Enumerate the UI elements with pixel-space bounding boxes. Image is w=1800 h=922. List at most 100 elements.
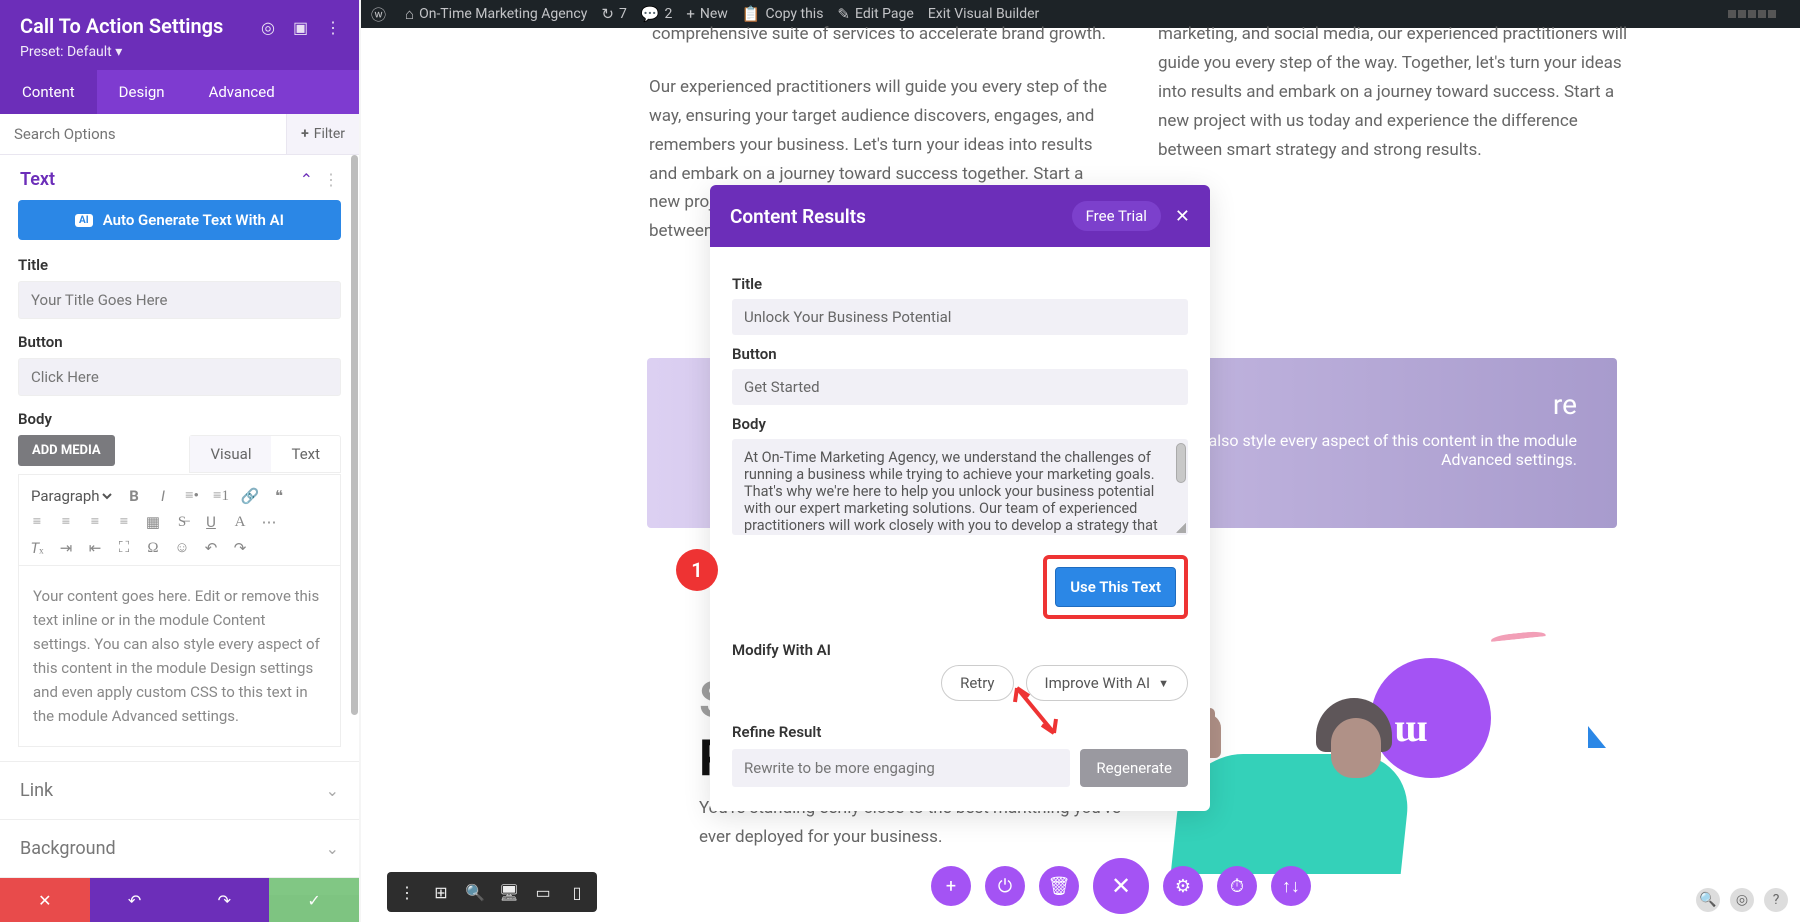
resize-grip-icon[interactable] <box>1176 523 1186 533</box>
refine-label: Refine Result <box>732 723 1188 741</box>
align-justify-button[interactable]: ≡ <box>114 512 134 532</box>
page-canvas: comprehensive suite of services to accel… <box>361 28 1800 922</box>
chevron-down-icon: ⌄ <box>326 839 339 858</box>
discard-button[interactable]: ✕ <box>0 878 90 922</box>
special-button[interactable]: Ω <box>143 538 163 558</box>
annotation-badge: 1 <box>676 549 718 591</box>
paragraph-select[interactable]: Paragraph <box>27 486 115 506</box>
delete-button[interactable]: 🗑 <box>1039 866 1079 906</box>
focus-icon[interactable]: ◎ <box>261 18 277 37</box>
tab-content[interactable]: Content <box>0 70 97 114</box>
redo-bar-button[interactable]: ↷ <box>180 878 270 922</box>
modify-label: Modify With AI <box>732 641 1188 659</box>
retry-button[interactable]: Retry <box>941 665 1013 701</box>
sort-button[interactable]: ↑↓ <box>1271 866 1311 906</box>
undo-button[interactable]: ↶ <box>201 538 221 558</box>
use-this-text-button[interactable]: Use This Text <box>1055 567 1176 607</box>
module-toolbar: + ⏻ 🗑 ✕ ⚙ ⏱ ↑↓ <box>931 858 1311 914</box>
page-toolbar: ⋮ ⊞ 🔍 🖥 ▭ ▯ <box>387 872 597 912</box>
body-label: Body <box>18 410 341 428</box>
align-left-button[interactable]: ≡ <box>27 512 47 532</box>
wireframe-icon[interactable]: ⊞ <box>431 882 451 902</box>
modal-title: Content Results <box>730 205 1072 228</box>
button-label: Button <box>18 333 341 351</box>
more-icon[interactable]: ⋮ <box>325 18 341 37</box>
tab-design[interactable]: Design <box>97 70 187 114</box>
align-center-button[interactable]: ≡ <box>56 512 76 532</box>
chevron-down-icon: ⌄ <box>326 781 339 800</box>
button-input[interactable] <box>18 358 341 396</box>
modal-body-label: Body <box>732 415 1188 433</box>
site-name[interactable]: ⌂On-Time Marketing Agency <box>405 5 587 23</box>
save-button[interactable]: ✓ <box>269 878 359 922</box>
phone-icon[interactable]: ▯ <box>567 882 587 902</box>
wordpress-icon[interactable]: ⓦ <box>371 4 391 25</box>
drag-icon[interactable]: ⋮ <box>397 882 417 902</box>
speech-bubble-icon: ɯ <box>1371 658 1491 778</box>
preset-dropdown[interactable]: Preset: Default ▾ <box>20 44 339 60</box>
redo-button[interactable]: ↷ <box>230 538 250 558</box>
more-button[interactable]: ⋯ <box>259 512 279 532</box>
save-bar: ✕ ↶ ↷ ✓ <box>0 878 359 922</box>
settings-button[interactable]: ⚙ <box>1163 866 1203 906</box>
link-section[interactable]: Link⌄ <box>0 761 359 819</box>
modal-body-textarea[interactable]: At On-Time Marketing Agency, we understa… <box>732 439 1188 535</box>
settings-sidebar: Call To Action Settings Preset: Default … <box>0 0 359 895</box>
table-button[interactable]: ▦ <box>143 512 163 532</box>
admin-bar-right <box>1726 10 1776 18</box>
tab-advanced[interactable]: Advanced <box>187 70 297 114</box>
filter-button[interactable]: +Filter <box>286 114 359 154</box>
link-button[interactable]: 🔗 <box>240 486 260 506</box>
background-section[interactable]: Background⌄ <box>0 819 359 877</box>
modal-title-input[interactable] <box>732 299 1188 335</box>
updates-link[interactable]: ↻7 <box>601 5 626 23</box>
fullscreen-button[interactable]: ⛶ <box>114 538 134 558</box>
close-toolbar-button[interactable]: ✕ <box>1093 858 1149 914</box>
quote-button[interactable]: ❝ <box>269 486 289 506</box>
undo-bar-button[interactable]: ↶ <box>90 878 180 922</box>
desktop-icon[interactable]: 🖥 <box>499 882 519 902</box>
indent-button[interactable]: ⇥ <box>56 538 76 558</box>
underline-button[interactable]: U <box>201 512 221 532</box>
section-text-title[interactable]: Text <box>20 169 300 190</box>
title-input[interactable] <box>18 281 341 319</box>
help-icon[interactable]: ? <box>1764 888 1788 912</box>
free-trial-badge[interactable]: Free Trial <box>1072 201 1161 231</box>
ul-button[interactable]: ≡• <box>182 486 202 506</box>
bold-button[interactable]: B <box>124 486 144 506</box>
add-button[interactable]: + <box>931 866 971 906</box>
color-button[interactable]: A <box>230 512 250 532</box>
content-column-2: marketing, and social media, our experie… <box>1158 20 1628 164</box>
outdent-button[interactable]: ⇤ <box>85 538 105 558</box>
textarea-scrollbar[interactable] <box>1176 443 1186 483</box>
close-icon[interactable]: ✕ <box>1175 206 1190 227</box>
align-right-button[interactable]: ≡ <box>85 512 105 532</box>
body-editor[interactable]: Your content goes here. Edit or remove t… <box>18 565 341 747</box>
clear-button[interactable]: Tₓ <box>27 538 47 558</box>
search-input[interactable] <box>0 114 286 154</box>
sidebar-body: Text ⌃ ⋮ AIAuto Generate Text With AI Ti… <box>0 155 359 895</box>
chevron-up-icon[interactable]: ⌃ <box>300 170 313 189</box>
modal-button-input[interactable] <box>732 369 1188 405</box>
dock-icon[interactable]: ▣ <box>293 18 309 37</box>
text-tab[interactable]: Text <box>271 436 340 472</box>
refine-input[interactable] <box>732 749 1070 787</box>
emoji-button[interactable]: ☺ <box>172 538 192 558</box>
tablet-icon[interactable]: ▭ <box>533 882 553 902</box>
layers-icon[interactable]: ◎ <box>1730 888 1754 912</box>
regenerate-button[interactable]: Regenerate <box>1080 749 1188 787</box>
power-button[interactable]: ⏻ <box>985 866 1025 906</box>
strike-button[interactable]: S̶ <box>172 512 192 532</box>
add-media-button[interactable]: ADD MEDIA <box>18 435 115 466</box>
sidebar-scrollbar[interactable] <box>351 155 358 715</box>
sidebar-header: Call To Action Settings Preset: Default … <box>0 0 359 70</box>
section-more-icon[interactable]: ⋮ <box>323 170 339 189</box>
zoom-icon[interactable]: 🔍 <box>465 882 485 902</box>
help-icons: 🔍 ◎ ? <box>1696 888 1788 912</box>
visual-tab[interactable]: Visual <box>190 436 271 472</box>
search-icon[interactable]: 🔍 <box>1696 888 1720 912</box>
auto-generate-button[interactable]: AIAuto Generate Text With AI <box>18 200 341 240</box>
history-button[interactable]: ⏱ <box>1217 866 1257 906</box>
ol-button[interactable]: ≡1 <box>211 486 231 506</box>
italic-button[interactable]: I <box>153 486 173 506</box>
